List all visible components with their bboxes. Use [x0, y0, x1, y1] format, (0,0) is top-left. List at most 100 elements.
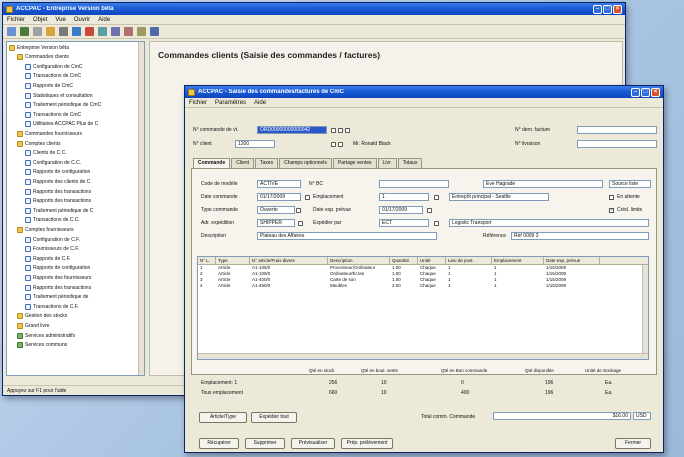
open-icon[interactable] — [7, 27, 16, 36]
tree-item[interactable]: Rapports des transactions — [25, 188, 91, 195]
maximize-icon[interactable]: □ — [603, 4, 612, 14]
tree-item[interactable]: Services communs — [17, 342, 67, 349]
details-icon[interactable] — [124, 27, 133, 36]
credit-checkbox[interactable] — [609, 207, 614, 213]
copy-icon[interactable] — [46, 27, 55, 36]
tab-6[interactable]: Totaux — [397, 158, 423, 168]
tree-item[interactable]: Comptes fournisseurs — [17, 226, 74, 233]
on-hold-checkbox[interactable] — [609, 195, 614, 200]
tree-item[interactable]: Rapports des transactions — [25, 198, 91, 205]
order-date-field[interactable]: 01/17/2009 — [257, 193, 301, 201]
tree-item[interactable]: Traitement périodique de — [25, 294, 88, 301]
order-lines-grid[interactable]: N° L. Type N° article/Frais divers Descript… — [197, 256, 649, 360]
tree-item[interactable]: Gestion des stocks — [17, 313, 67, 320]
tree-item[interactable]: Transactions de C.C. — [25, 217, 80, 224]
tree-item[interactable]: Rapports de C.F. — [25, 255, 71, 262]
prep-picking-button[interactable]: Prép. prélèvement — [341, 438, 393, 449]
delete-icon[interactable] — [85, 27, 94, 36]
save-icon[interactable] — [20, 27, 29, 36]
dialog-maximize-icon[interactable]: □ — [641, 87, 650, 97]
main-menu-item[interactable]: Vue — [55, 17, 65, 23]
paste-icon[interactable] — [59, 27, 68, 36]
help-icon[interactable] — [150, 27, 159, 36]
calendar-icon[interactable] — [305, 195, 310, 200]
tree-item[interactable]: Transactions de CmC — [25, 73, 81, 80]
main-menu-item[interactable]: Fichier — [7, 17, 25, 23]
dialog-menu-item[interactable]: Paramètres — [215, 100, 246, 106]
refresh-icon[interactable] — [137, 27, 146, 36]
tab-4[interactable]: Partage ventes — [332, 158, 377, 168]
location-finder-icon[interactable] — [434, 195, 439, 200]
ship-via-finder-icon[interactable] — [298, 221, 303, 226]
item-type-button[interactable]: Article/Type — [199, 412, 247, 423]
tree-item[interactable]: Grand livre — [17, 322, 49, 329]
properties-icon[interactable] — [72, 27, 81, 36]
dialog-menu-item[interactable]: Aide — [254, 100, 266, 106]
grid-column-header[interactable]: Type — [216, 257, 250, 264]
tree-item[interactable]: Utilitaires ACCPAC Plus de C — [25, 121, 98, 128]
grid-column-header[interactable]: N° L. — [198, 257, 216, 264]
tree-item[interactable]: Traitement périodique de CmC — [25, 102, 101, 109]
tree-item[interactable]: Traitement périodique de C — [25, 207, 93, 214]
ship-via-field[interactable]: SHIPPER — [257, 219, 295, 227]
ship-to-finder-icon[interactable] — [434, 221, 439, 226]
close-button[interactable]: Fermer — [615, 438, 651, 449]
grid-column-header[interactable]: Description — [328, 257, 390, 264]
cut-icon[interactable] — [33, 27, 42, 36]
tab-5[interactable]: Livr. — [377, 158, 397, 168]
customer-finder-icon[interactable] — [331, 142, 336, 147]
tab-2[interactable]: Taxes — [255, 158, 279, 168]
delete-button[interactable]: Supprimer — [245, 438, 285, 449]
tree-item[interactable]: Configuration de C.F. — [25, 236, 80, 243]
main-titlebar[interactable]: ACCPAC - Entreprise Version bêta – □ × — [3, 3, 625, 15]
grid-column-header[interactable]: N° article/Frais divers — [250, 257, 328, 264]
table-row[interactable]: 4 Article A1-450/0 Meubles 2.00 Chaque 1 1 1/15/… — [198, 283, 648, 289]
tree-item[interactable]: Entreprise Version bêta — [9, 44, 69, 51]
tree-item[interactable]: Clients de C.C. — [25, 150, 67, 157]
grid-column-header[interactable]: Date exp. prévue — [544, 257, 600, 264]
order-type-select[interactable]: Ouverte — [257, 206, 295, 214]
po-field[interactable] — [379, 180, 449, 188]
grid-horizontal-scrollbar[interactable] — [198, 353, 648, 359]
location-field[interactable]: 1 — [379, 193, 429, 201]
grid-column-header[interactable]: Emplacement — [492, 257, 544, 264]
tab-3[interactable]: Champs optionnels — [279, 158, 332, 168]
minimize-icon[interactable]: – — [593, 4, 602, 14]
ship-to-field[interactable]: ECT — [379, 219, 429, 227]
tree-item[interactable]: Commandes clients — [17, 54, 69, 61]
close-icon[interactable]: × — [613, 4, 622, 14]
tree-scrollbar[interactable] — [138, 42, 144, 375]
reference-field[interactable]: Réf 0009 3 — [511, 232, 649, 240]
grid-column-header[interactable]: Unité — [418, 257, 446, 264]
finder-icon[interactable] — [331, 128, 336, 133]
tab-0[interactable]: Commande — [193, 158, 231, 168]
dialog-menu-item[interactable]: Fichier — [189, 100, 207, 106]
main-menu-item[interactable]: Objet — [33, 17, 47, 23]
tree-item[interactable]: Comptes clients — [17, 140, 61, 147]
grid-column-header[interactable]: Lieu de post. — [446, 257, 492, 264]
dialog-titlebar[interactable]: ACCPAC - Saisie des commandes/factures d… — [185, 86, 663, 98]
customer-no-field[interactable]: 1200 — [235, 140, 275, 148]
tree-item[interactable]: Configuration de CmC — [25, 63, 82, 70]
dialog-close-icon[interactable]: × — [651, 87, 660, 97]
tree-item[interactable]: Rapports de configuration — [25, 265, 90, 272]
main-menu-item[interactable]: Ouvrir — [74, 17, 90, 23]
description-field[interactable]: Plateau des Affaires — [257, 232, 437, 240]
customer-zoom-icon[interactable] — [338, 142, 343, 147]
tree-item[interactable]: Transactions de C.F. — [25, 303, 79, 310]
tree-item[interactable]: Fournisseurs de C.F. — [25, 246, 79, 253]
tree-item[interactable]: Services administratifs — [17, 332, 75, 339]
new-icon[interactable] — [338, 128, 343, 133]
tree-item[interactable]: Rapports des fournisseurs — [25, 274, 91, 281]
tree-item[interactable]: Configuration de C.C. — [25, 159, 81, 166]
reserve-field[interactable]: Source liste — [609, 180, 651, 188]
tree-item[interactable]: Transactions de CmC — [25, 111, 81, 118]
retrieve-button[interactable]: Récupérer — [199, 438, 239, 449]
grid-vertical-scrollbar[interactable] — [642, 265, 648, 355]
tree-item[interactable]: Statistiques et consultation — [25, 92, 92, 99]
tree-item[interactable]: Rapports de configuration — [25, 169, 90, 176]
order-no-field[interactable]: ORD00000000000042 — [257, 126, 327, 134]
tree-item[interactable]: Rapports des clients de C — [25, 178, 90, 185]
main-menu-item[interactable]: Aide — [98, 17, 110, 23]
tree-item[interactable]: Rapports des transactions — [25, 284, 91, 291]
